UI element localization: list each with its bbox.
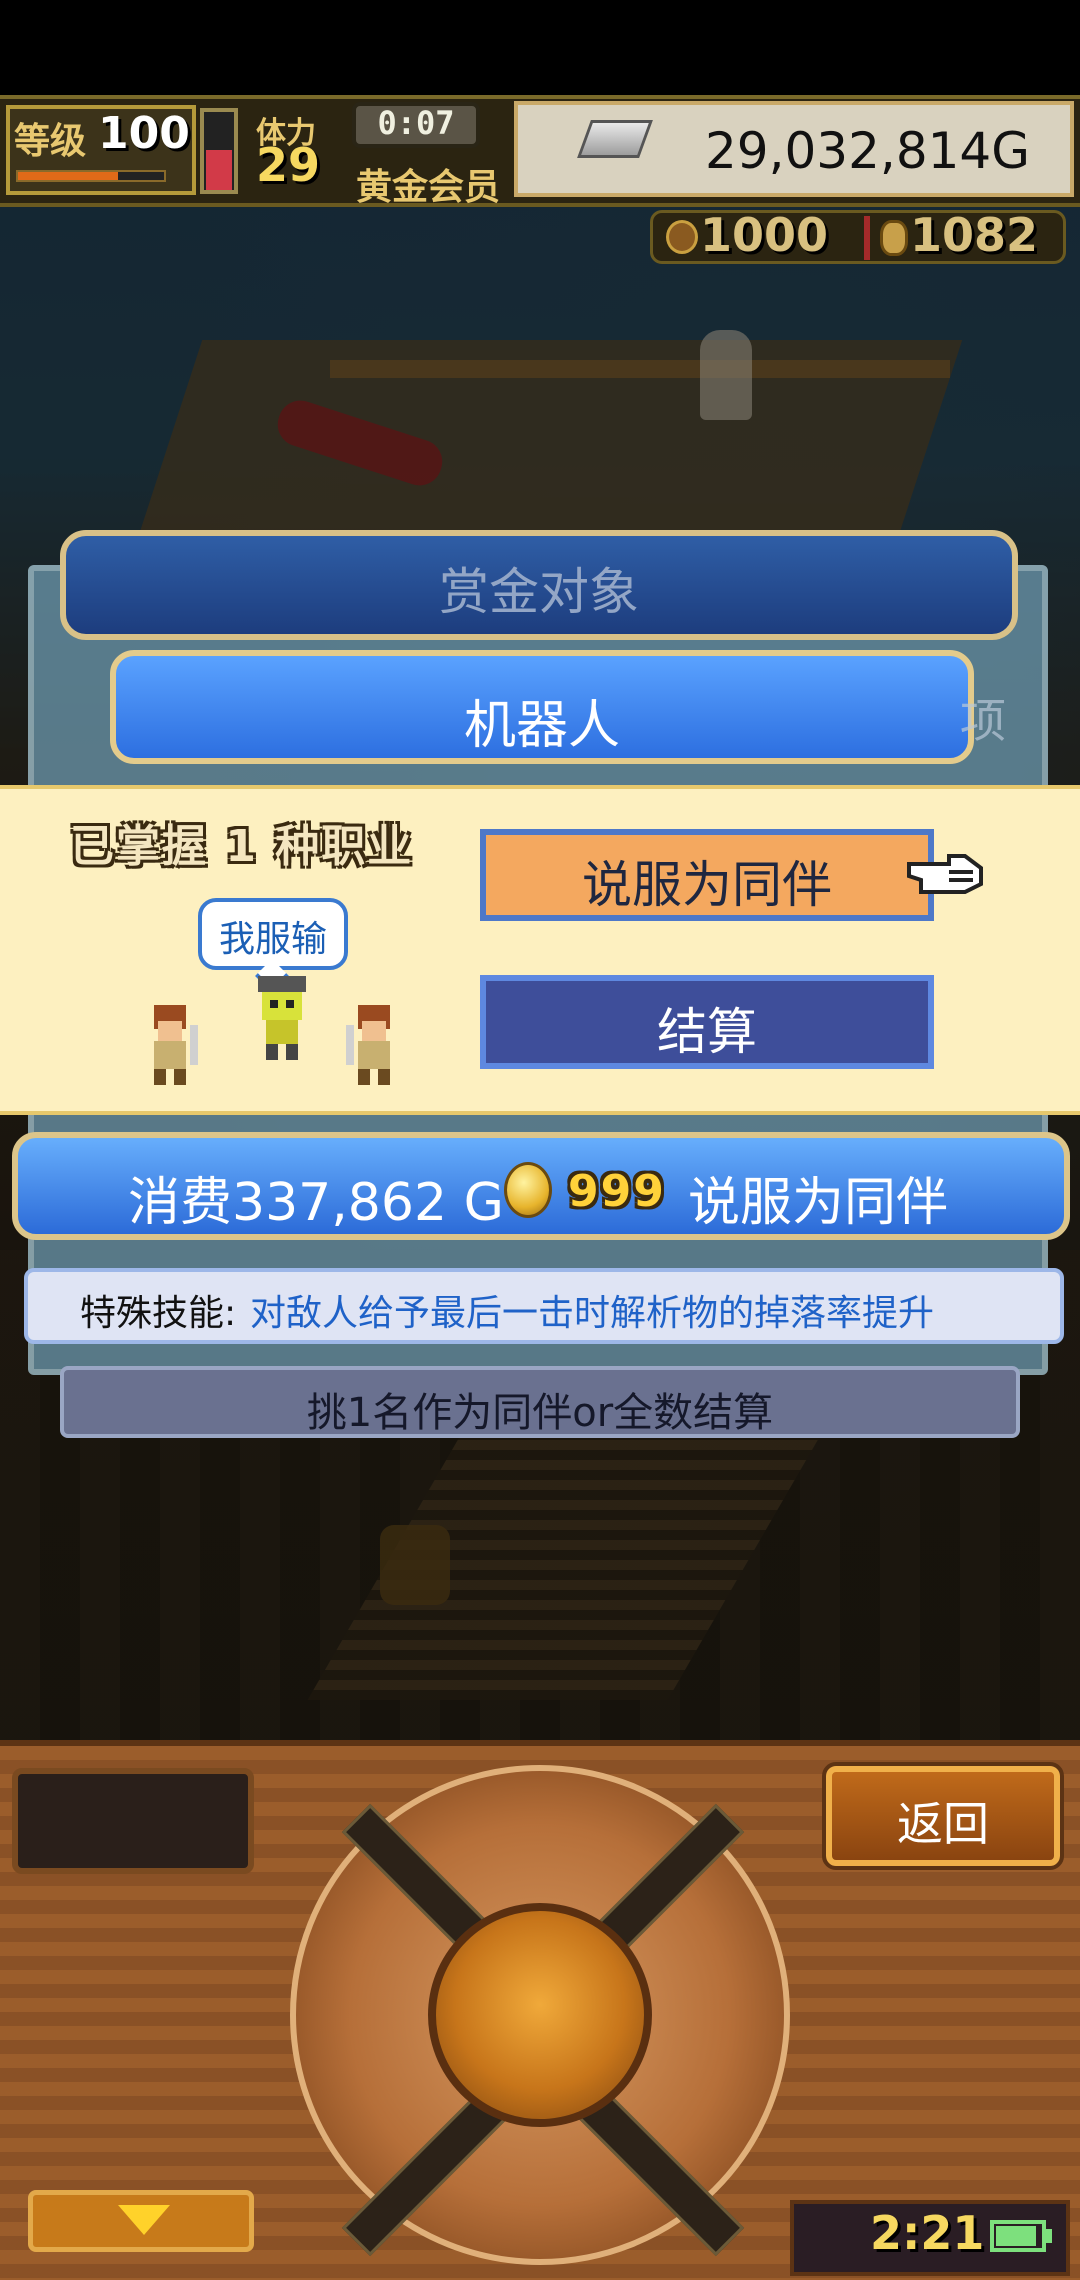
special-skill-label: 特殊技能: — [80, 1293, 237, 1334]
level-exp-fill — [18, 172, 118, 180]
level-value: 100 — [98, 108, 190, 159]
empty-slot — [12, 1768, 254, 1874]
cost-action-label: 说服为同伴 — [688, 1173, 949, 1233]
battery-level — [996, 2226, 1036, 2246]
cost-amount: 消费337,862 G — [128, 1173, 504, 1233]
target-name: 机器人 — [463, 696, 620, 756]
money-amount: 29,032,814G — [704, 122, 1030, 180]
resource-divider — [864, 216, 870, 260]
side-hint-text: 项 — [960, 694, 1006, 748]
bag-icon — [666, 220, 698, 254]
resource-1-count: 1000 — [700, 208, 829, 262]
instruction-text: 挑1名作为同伴or全数结算 — [306, 1390, 774, 1436]
persuade-button-label[interactable]: 说服为同伴 — [480, 845, 934, 917]
adventurer-sprite — [154, 1005, 198, 1085]
gold-coin-icon — [504, 1162, 552, 1218]
dpad-center-button[interactable] — [428, 1903, 652, 2127]
speech-bubble-text: 我服输 — [218, 919, 327, 960]
stamina-value: 29 — [256, 138, 321, 192]
mastered-jobs-label: 已掌握 1 种职业 — [70, 821, 414, 872]
back-button-label[interactable]: 返回 — [826, 1788, 1060, 1854]
clock-text: 2:21 — [870, 2206, 985, 2260]
settle-button-label[interactable]: 结算 — [480, 992, 934, 1064]
special-skill-description: 对敌人给予最后一击时解析物的掉落率提升 — [250, 1293, 935, 1334]
resource-2-count: 1082 — [910, 208, 1039, 262]
bounty-title: 赏金对象 — [439, 563, 639, 621]
battery-tip — [1046, 2229, 1052, 2243]
level-label: 等级 — [14, 121, 87, 162]
pointing-hand-icon — [907, 854, 983, 894]
chevron-down-icon[interactable] — [118, 2205, 170, 2235]
adventurer-sprite — [346, 1005, 390, 1085]
robot-sprite — [258, 976, 306, 1060]
membership-label: 黄金会员 — [356, 167, 501, 208]
coin-count: 999 — [568, 1166, 666, 1217]
timer-text: 0:07 — [377, 104, 455, 142]
stamina-gauge-fill — [206, 150, 232, 190]
medal-icon — [880, 220, 908, 256]
